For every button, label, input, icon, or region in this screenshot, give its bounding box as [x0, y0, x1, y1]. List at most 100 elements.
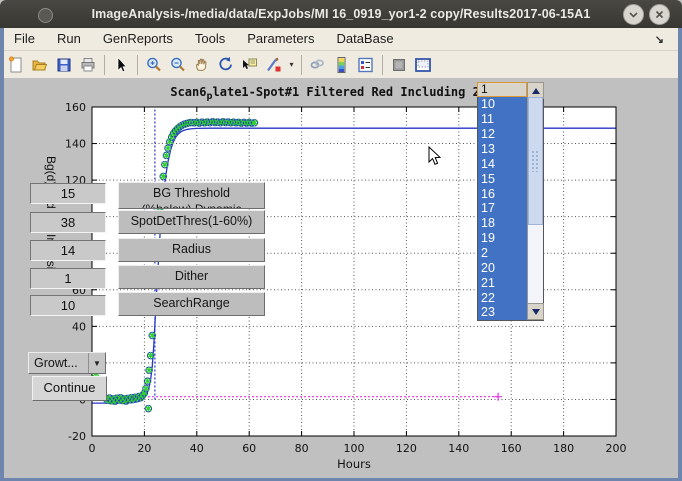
spot-number-dropdown: 1 10111213141516171819220212223: [477, 82, 544, 321]
save-button[interactable]: [52, 53, 76, 76]
shade-button[interactable]: [623, 4, 644, 25]
close-button[interactable]: [649, 4, 670, 25]
x-tick-label: 100: [344, 442, 365, 455]
chevron-down-icon: [628, 9, 639, 20]
dropdown-item[interactable]: 13: [478, 142, 527, 157]
dropdown-item[interactable]: 15: [478, 171, 527, 186]
dropdown-item[interactable]: 20: [478, 260, 527, 275]
open-folder-button[interactable]: [28, 53, 52, 76]
link-plots-icon: [309, 56, 327, 74]
param-button-spotdetthres-1-60[interactable]: SpotDetThres(1-60%): [118, 210, 265, 234]
dropdown-item[interactable]: 11: [478, 112, 527, 127]
figure-canvas: 020406080100120140160180200-200204060801…: [4, 78, 678, 478]
link-plots-button[interactable]: [306, 53, 330, 76]
brush-caret-icon[interactable]: ▾: [286, 53, 297, 76]
x-tick-label: 0: [89, 442, 96, 455]
window-border-right: [678, 28, 682, 481]
window-menu-icon[interactable]: [38, 8, 53, 23]
print-icon: [79, 56, 97, 74]
param-field-searchrange[interactable]: 10: [30, 295, 106, 316]
scroll-down-button[interactable]: [527, 303, 544, 320]
open-folder-icon: [31, 56, 49, 74]
menu-item-database[interactable]: DataBase: [325, 28, 404, 50]
dropdown-scrollbar[interactable]: [527, 97, 543, 320]
dropdown-item[interactable]: 12: [478, 127, 527, 142]
y-tick-label: 140: [65, 138, 86, 151]
param-button-label: SpotDetThres(1-60%): [119, 211, 264, 231]
brush-button[interactable]: [262, 53, 286, 76]
dropdown-item[interactable]: 23: [478, 305, 527, 320]
x-tick-label: 180: [553, 442, 574, 455]
dropdown-item[interactable]: 22: [478, 290, 527, 305]
arrow-up-icon: [532, 88, 540, 94]
toolbar-separator: [382, 55, 383, 75]
data-cursor-button[interactable]: [238, 53, 262, 76]
x-tick-label: 160: [501, 442, 522, 455]
param-button-label: BG Threshold: [119, 183, 264, 203]
growth-model-dropdown[interactable]: Growt... ▼: [28, 352, 106, 374]
scrollbar-thumb[interactable]: [528, 97, 543, 225]
param-button-bg-threshold[interactable]: BG Threshold(%below) Dynamic: [118, 182, 265, 209]
x-tick-label: 80: [295, 442, 309, 455]
toolbar-separator: [301, 55, 302, 75]
window-border-left: [0, 28, 4, 481]
app-window: ImageAnalysis-/media/data/ExpJobs/MI 16_…: [0, 0, 682, 481]
dropdown-item[interactable]: 19: [478, 231, 527, 246]
pan-button[interactable]: [190, 53, 214, 76]
dock-arrow-icon[interactable]: ↘: [655, 33, 664, 46]
x-tick-label: 20: [137, 442, 151, 455]
dropdown-item[interactable]: 16: [478, 186, 527, 201]
window-title: ImageAnalysis-/media/data/ExpJobs/MI 16_…: [0, 7, 682, 21]
x-axis-label: Hours: [337, 457, 371, 471]
zoom-out-button[interactable]: [166, 53, 190, 76]
menu-item-run[interactable]: Run: [46, 28, 92, 50]
param-button-label2: (%below) Dynamic: [119, 203, 264, 209]
dropdown-item[interactable]: 21: [478, 275, 527, 290]
param-field-dither[interactable]: 1: [30, 268, 106, 289]
spot-number-value[interactable]: 1: [477, 82, 527, 97]
toolbar-separator: [137, 55, 138, 75]
show-plot-tools-button[interactable]: [411, 53, 435, 76]
insert-legend-icon: [357, 56, 375, 74]
x-tick-label: 200: [606, 442, 627, 455]
hide-plot-tools-button[interactable]: [387, 53, 411, 76]
insert-colorbar-icon: [333, 56, 351, 74]
toolbar-separator: [104, 55, 105, 75]
dropdown-item[interactable]: 17: [478, 201, 527, 216]
param-field-spotdetthres-1-60[interactable]: 38: [30, 212, 106, 233]
show-plot-tools-icon: [414, 56, 432, 74]
param-button-dither[interactable]: Dither: [118, 265, 265, 289]
menu-bar: FileRunGenReportsToolsParametersDataBase…: [4, 28, 678, 51]
dropdown-item[interactable]: 10: [478, 97, 527, 112]
menu-item-parameters[interactable]: Parameters: [236, 28, 325, 50]
mouse-cursor: [428, 146, 442, 166]
rotate-3d-icon: [217, 56, 235, 74]
dropdown-item[interactable]: 2: [478, 246, 527, 261]
zoom-in-button[interactable]: [142, 53, 166, 76]
x-tick-label: 140: [448, 442, 469, 455]
arrow-down-icon: [532, 309, 540, 315]
menu-item-file[interactable]: File: [4, 28, 46, 50]
rotate-3d-button[interactable]: [214, 53, 238, 76]
menu-item-genreports[interactable]: GenReports: [92, 28, 184, 50]
new-file-icon: [7, 56, 25, 74]
insert-colorbar-button[interactable]: [330, 53, 354, 76]
menu-item-tools[interactable]: Tools: [184, 28, 236, 50]
x-tick-label: 60: [242, 442, 256, 455]
insert-legend-button[interactable]: [354, 53, 378, 76]
close-icon: [654, 9, 665, 20]
param-button-searchrange[interactable]: SearchRange: [118, 292, 265, 316]
y-tick-label: 160: [65, 101, 86, 114]
param-field-bg-threshold[interactable]: 15: [30, 183, 106, 204]
zoom-in-icon: [145, 56, 163, 74]
param-button-radius[interactable]: Radius: [118, 238, 265, 262]
pointer-icon: [112, 56, 130, 74]
dropdown-item[interactable]: 18: [478, 216, 527, 231]
continue-button[interactable]: Continue: [32, 376, 107, 401]
param-field-radius[interactable]: 14: [30, 240, 106, 261]
pointer-button[interactable]: [109, 53, 133, 76]
dropdown-item[interactable]: 14: [478, 156, 527, 171]
chevron-down-icon: ▼: [88, 353, 105, 373]
new-file-button[interactable]: [4, 53, 28, 76]
print-button[interactable]: [76, 53, 100, 76]
